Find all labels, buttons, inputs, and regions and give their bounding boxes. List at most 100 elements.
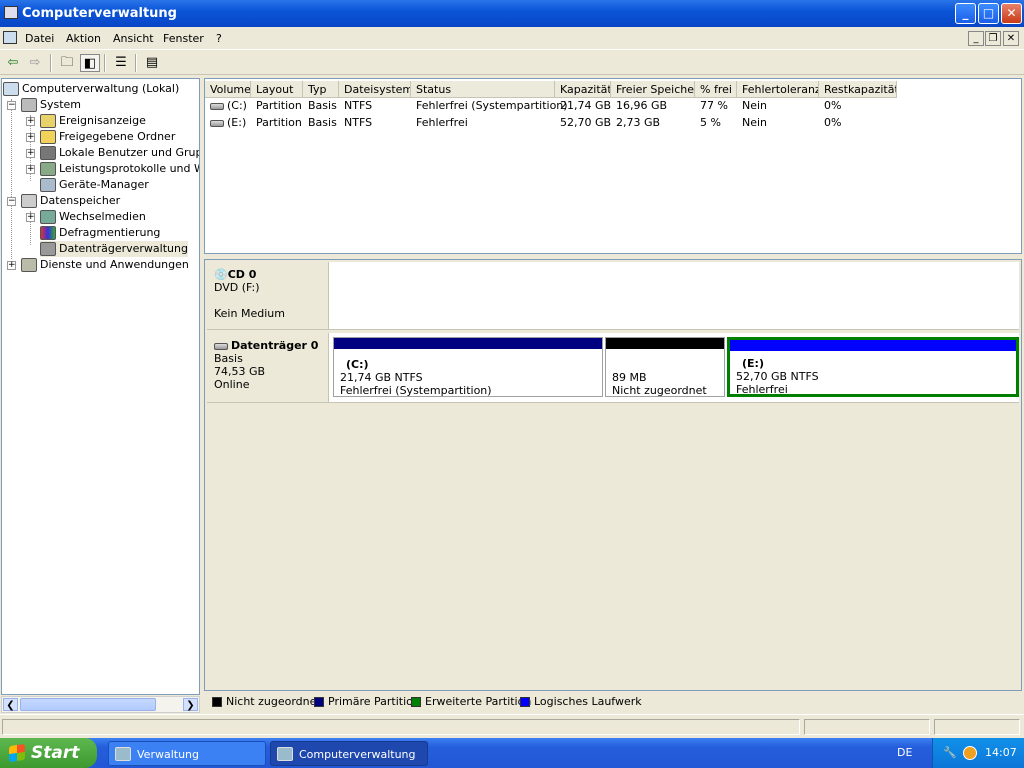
scroll-left-arrow-icon[interactable]: ❮ bbox=[3, 698, 18, 711]
cell-typ: Basis bbox=[308, 99, 337, 112]
close-button[interactable]: ✕ bbox=[1001, 3, 1022, 24]
performance-logs-icon bbox=[40, 162, 56, 176]
properties-icon[interactable]: ☰ bbox=[111, 54, 131, 72]
menu-datei[interactable]: Datei bbox=[25, 32, 54, 45]
hard-disk-icon bbox=[214, 342, 228, 350]
mdi-close-button[interactable]: ✕ bbox=[1003, 31, 1019, 46]
partition-e[interactable]: (E:) 52,70 GB NTFS Fehlerfrei bbox=[727, 337, 1019, 397]
removable-storage-icon bbox=[40, 210, 56, 224]
cell-restkapazitaet: 0% bbox=[824, 116, 842, 129]
column-header-typ[interactable]: Typ bbox=[303, 81, 339, 98]
cell-layout: Partition bbox=[256, 99, 302, 112]
tree-item-dienste-und-anwendungen[interactable]: Dienste und Anwendungen bbox=[21, 257, 189, 273]
tree-item-geraete-manager[interactable]: Geräte-Manager bbox=[40, 177, 149, 193]
up-folder-icon[interactable]: 🗀 bbox=[57, 54, 77, 72]
tree-item-system[interactable]: System bbox=[21, 97, 81, 113]
column-header-restkapazitaet[interactable]: Restkapazität bbox=[819, 81, 897, 98]
mdi-minimize-button[interactable]: _ bbox=[968, 31, 984, 46]
disk-row-disk0[interactable]: Datenträger 0 Basis 74,53 GB Online (C:)… bbox=[207, 333, 1019, 403]
column-header-fehlertoleranz[interactable]: Fehlertoleranz bbox=[737, 81, 819, 98]
clock[interactable]: 14:07 bbox=[985, 738, 1017, 768]
storage-icon bbox=[21, 194, 37, 208]
menu-aktion[interactable]: Aktion bbox=[66, 32, 101, 45]
column-header-prozent-frei[interactable]: % frei bbox=[695, 81, 737, 98]
device-manager-icon bbox=[40, 178, 56, 192]
console-tree: Computerverwaltung (Lokal) − System + Er… bbox=[1, 78, 200, 695]
help-icon[interactable]: ▤ bbox=[142, 54, 162, 72]
system-tools-icon bbox=[21, 98, 37, 112]
cell-freier-speicher: 2,73 GB bbox=[616, 116, 661, 129]
forward-arrow-icon[interactable]: ⇨ bbox=[25, 54, 45, 72]
legend-swatch bbox=[314, 697, 324, 707]
windows-logo-icon bbox=[9, 743, 25, 763]
tree-item-defragmentierung[interactable]: Defragmentierung bbox=[40, 225, 160, 241]
start-button[interactable]: Start bbox=[0, 738, 97, 768]
maximize-button[interactable]: □ bbox=[978, 3, 999, 24]
cell-freier-speicher: 16,96 GB bbox=[616, 99, 668, 112]
toolbar: ⇦ ⇨ 🗀 ◧ ☰ ▤ bbox=[0, 51, 1024, 75]
menu-fenster[interactable]: Fenster bbox=[163, 32, 204, 45]
tree-item-ereignisanzeige[interactable]: Ereignisanzeige bbox=[40, 113, 146, 129]
expand-lokale-benutzer-toggle[interactable]: + bbox=[26, 149, 35, 158]
users-groups-icon bbox=[40, 146, 56, 160]
language-indicator[interactable]: DE bbox=[897, 738, 912, 768]
disk-row-cd0[interactable]: 💿CD 0 DVD (F:) Kein Medium bbox=[207, 262, 1019, 330]
legend-item-erweiterte-partition: Erweiterte Partition bbox=[411, 693, 531, 711]
partition-type-bar bbox=[606, 338, 724, 349]
cell-fehlertoleranz: Nein bbox=[742, 116, 768, 129]
drive-icon bbox=[210, 119, 224, 127]
expand-freigegebene-ordner-toggle[interactable]: + bbox=[26, 133, 35, 142]
scroll-thumb[interactable] bbox=[20, 698, 156, 711]
status-panel-2 bbox=[804, 719, 930, 735]
expand-dienste-toggle[interactable]: + bbox=[7, 261, 16, 270]
column-header-dateisystem[interactable]: Dateisystem bbox=[339, 81, 411, 98]
tree-item-leistungsprotokolle[interactable]: Leistungsprotokolle und Warnungen bbox=[40, 161, 199, 177]
partition-c[interactable]: (C:) 21,74 GB NTFS Fehlerfrei (Systempar… bbox=[333, 337, 603, 397]
tree-horizontal-scrollbar[interactable]: ❮ ❯ bbox=[1, 696, 200, 713]
partition-unallocated[interactable]: 89 MB Nicht zugeordnet bbox=[605, 337, 725, 397]
expand-ereignisanzeige-toggle[interactable]: + bbox=[26, 117, 35, 126]
tree-item-wechselmedien[interactable]: Wechselmedien bbox=[40, 209, 146, 225]
network-tray-icon[interactable]: 🔧 bbox=[943, 738, 957, 768]
expand-wechselmedien-toggle[interactable]: + bbox=[26, 213, 35, 222]
show-hide-tree-icon[interactable]: ◧ bbox=[80, 54, 100, 72]
security-tray-icon[interactable] bbox=[963, 746, 977, 760]
taskbar-app-verwaltung[interactable]: Verwaltung bbox=[108, 741, 266, 766]
cell-layout: Partition bbox=[256, 116, 302, 129]
taskbar-app-computerverwaltung[interactable]: Computerverwaltung bbox=[270, 741, 428, 766]
column-header-freier-speicher[interactable]: Freier Speicher bbox=[611, 81, 695, 98]
tree-item-datentraegerverwaltung[interactable]: Datenträgerverwaltung bbox=[40, 241, 188, 257]
partition-legend: Nicht zugeordnet Primäre Partition Erwei… bbox=[204, 693, 1022, 711]
services-applications-icon bbox=[21, 258, 37, 272]
menu-ansicht[interactable]: Ansicht bbox=[113, 32, 154, 45]
menu-help[interactable]: ? bbox=[216, 32, 222, 45]
cell-kapazitaet: 21,74 GB bbox=[560, 99, 612, 112]
toolbar-separator bbox=[135, 54, 137, 72]
collapse-system-toggle[interactable]: − bbox=[7, 101, 16, 110]
tree-item-datenspeicher[interactable]: Datenspeicher bbox=[21, 193, 120, 209]
mmc-child-window-icon[interactable] bbox=[3, 31, 17, 44]
tree-root[interactable]: Computerverwaltung (Lokal) bbox=[3, 81, 179, 97]
back-arrow-icon[interactable]: ⇦ bbox=[3, 54, 23, 72]
expand-leistungsprotokolle-toggle[interactable]: + bbox=[26, 165, 35, 174]
legend-item-primaere-partition: Primäre Partition bbox=[314, 693, 420, 711]
column-header-layout[interactable]: Layout bbox=[251, 81, 303, 98]
cell-prozent-frei: 77 % bbox=[700, 99, 728, 112]
status-panel-3 bbox=[934, 719, 1020, 735]
column-header-status[interactable]: Status bbox=[411, 81, 555, 98]
cell-kapazitaet: 52,70 GB bbox=[560, 116, 612, 129]
collapse-datenspeicher-toggle[interactable]: − bbox=[7, 197, 16, 206]
column-header-volume[interactable]: Volume bbox=[205, 81, 251, 98]
tree-item-freigegebene-ordner[interactable]: Freigegebene Ordner bbox=[40, 129, 175, 145]
mdi-restore-button[interactable]: ❐ bbox=[985, 31, 1001, 46]
disk-info-disk0: Datenträger 0 Basis 74,53 GB Online bbox=[207, 333, 329, 402]
scroll-right-arrow-icon[interactable]: ❯ bbox=[183, 698, 198, 711]
title-bar: Computerverwaltung _ □ ✕ bbox=[0, 0, 1024, 27]
admin-tools-icon bbox=[115, 747, 131, 761]
shared-folder-icon bbox=[40, 130, 56, 144]
tree-item-lokale-benutzer[interactable]: Lokale Benutzer und Gruppen bbox=[40, 145, 199, 161]
system-tray: 🔧 14:07 bbox=[932, 738, 1024, 768]
column-header-kapazitaet[interactable]: Kapazität bbox=[555, 81, 611, 98]
status-bar bbox=[0, 714, 1024, 738]
minimize-button[interactable]: _ bbox=[955, 3, 976, 24]
